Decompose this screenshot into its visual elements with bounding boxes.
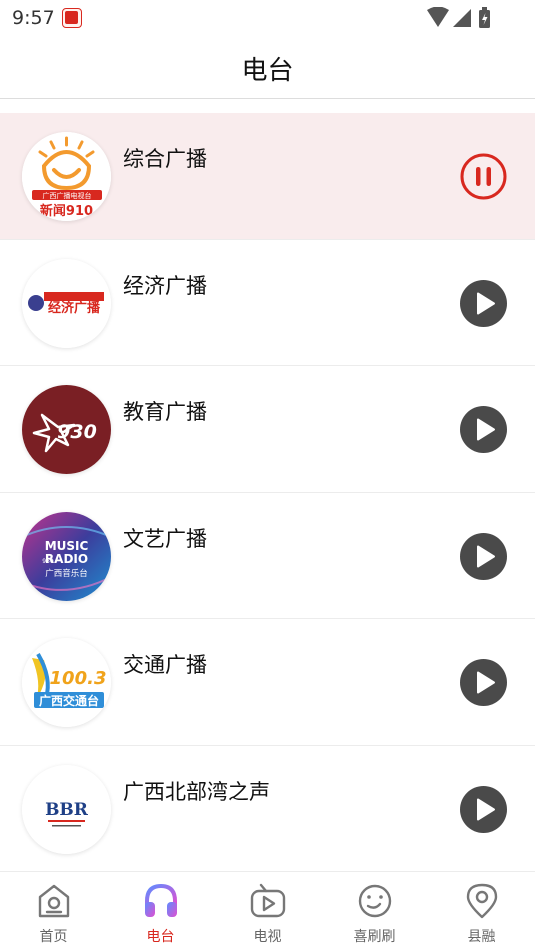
nav-label: 县融 [467, 929, 496, 945]
tv-icon [250, 883, 285, 918]
station-row-arts[interactable]: MUSIC RADIO 950 广西音乐台 文艺广播 [0, 492, 535, 619]
station-name: 综合广播 [123, 147, 207, 171]
nav-item-county[interactable]: 县融 [428, 882, 535, 950]
smiley-icon [358, 884, 391, 918]
nav-item-xishuashua[interactable]: 喜刷刷 [321, 882, 428, 950]
station-logo-news: 广西广播电视台 新闻910 [22, 132, 111, 221]
status-icons [427, 7, 490, 28]
education-930-logo: 930 [22, 385, 111, 474]
traffic-logo-number: 100.3 [50, 668, 107, 689]
music-radio-logo: MUSIC RADIO 950 广西音乐台 [22, 511, 111, 601]
economy-logo-text: 经济广播 [48, 300, 101, 316]
nav-label: 首页 [39, 929, 68, 945]
station-logo-bbr: BBR [22, 764, 111, 854]
page-title: 电台 [241, 56, 294, 86]
play-icon [460, 279, 507, 327]
pause-icon [460, 153, 507, 200]
play-icon [460, 785, 507, 833]
signal-icon [453, 9, 471, 27]
play-button[interactable] [460, 785, 507, 833]
headphones-icon [144, 883, 177, 917]
music-logo-freq: 950 [42, 558, 54, 565]
news-logo-bottom-text: 新闻910 [40, 203, 93, 219]
station-row-traffic[interactable]: 100.3 广西交通台 交通广播 [0, 619, 535, 746]
bbr-logo-text: BBR [45, 800, 89, 820]
location-pin-icon [466, 883, 497, 919]
station-row-bbr[interactable]: BBR 广西北部湾之声 [0, 745, 535, 872]
station-logo-education: 930 [22, 385, 111, 474]
nav-item-radio[interactable]: 电台 [107, 882, 214, 950]
play-button[interactable] [460, 532, 507, 580]
station-row-education[interactable]: 930 教育广播 [0, 366, 535, 493]
education-logo-number: 930 [57, 421, 97, 443]
play-button[interactable] [460, 659, 507, 706]
station-name: 广西北部湾之声 [123, 779, 270, 804]
bbr-logo: BBR [22, 764, 111, 854]
play-button[interactable] [460, 406, 507, 453]
header: 电台 [0, 36, 535, 99]
station-list: 广西广播电视台 新闻910 综合广播 经济广播 经济广播 930 教育广播 MU… [0, 113, 535, 872]
nav-label: 喜刷刷 [353, 929, 396, 945]
station-row-news[interactable]: 广西广播电视台 新闻910 综合广播 [0, 113, 535, 240]
play-icon [460, 532, 507, 580]
music-logo-cn: 广西音乐台 [45, 568, 88, 579]
home-icon [38, 884, 69, 918]
wifi-icon [427, 7, 449, 27]
station-logo-arts: MUSIC RADIO 950 广西音乐台 [22, 511, 111, 601]
news-910-logo: 广西广播电视台 新闻910 [22, 132, 111, 221]
play-icon [460, 406, 507, 453]
news-logo-top-text: 广西广播电视台 [43, 191, 92, 200]
status-bar: 9:57 [0, 0, 535, 36]
nav-item-home[interactable]: 首页 [0, 882, 107, 950]
station-name: 交通广播 [123, 653, 207, 677]
station-name: 文艺广播 [123, 526, 207, 551]
app-notification-icon [62, 8, 82, 28]
status-time: 9:57 [12, 7, 55, 29]
music-logo-line1: MUSIC [45, 539, 89, 553]
nav-label: 电台 [146, 929, 175, 945]
pause-button[interactable] [460, 153, 507, 200]
station-row-economy[interactable]: 经济广播 经济广播 [0, 239, 535, 366]
nav-item-tv[interactable]: 电视 [214, 882, 321, 950]
station-name: 经济广播 [123, 273, 207, 298]
station-name: 教育广播 [123, 400, 207, 424]
station-logo-economy: 经济广播 [22, 258, 111, 348]
traffic-1003-logo: 100.3 广西交通台 [22, 638, 111, 727]
nav-label: 电视 [253, 929, 282, 945]
bottom-nav: 首页 电台 电视 喜刷刷 县融 [0, 876, 535, 951]
traffic-logo-cn: 广西交通台 [39, 693, 99, 708]
station-logo-traffic: 100.3 广西交通台 [22, 638, 111, 727]
economy-radio-logo: 经济广播 [22, 258, 111, 348]
battery-icon [479, 7, 490, 28]
play-button[interactable] [460, 279, 507, 327]
play-icon [460, 659, 507, 706]
